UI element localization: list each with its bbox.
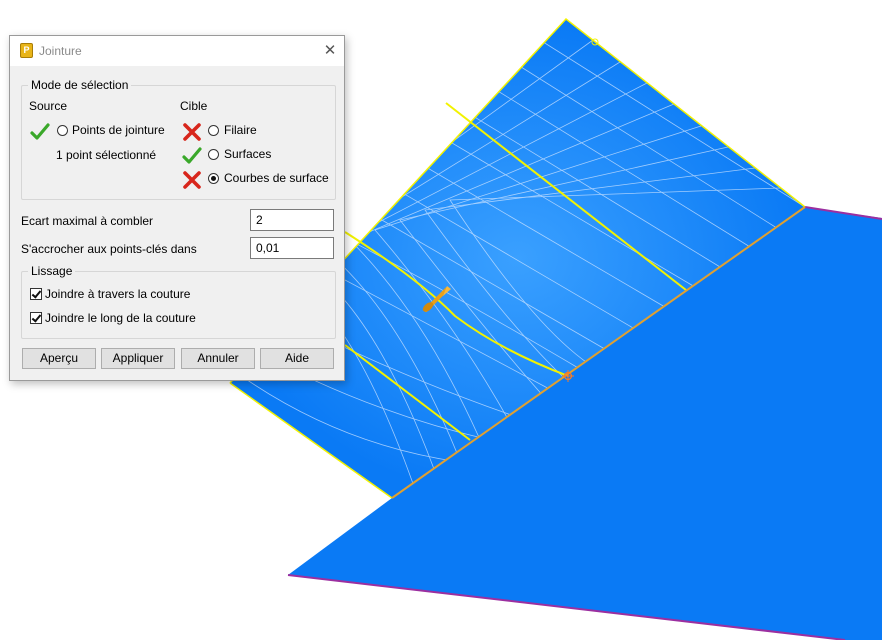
- red-cross-icon: [183, 123, 201, 141]
- app-logo-icon: P: [20, 43, 33, 58]
- green-check-icon: [30, 123, 50, 140]
- jointure-dialog: P Jointure ✕ Mode de sélection Source Po…: [9, 35, 345, 381]
- surfaces-radio[interactable]: [208, 149, 219, 160]
- along-seam-checkbox[interactable]: [30, 312, 42, 324]
- points-de-jointure-label: Points de jointure: [72, 123, 165, 137]
- selection-mode-group: Mode de sélection Source Points de joint…: [21, 78, 336, 200]
- snap-input[interactable]: 0,01: [250, 237, 334, 259]
- filaire-radio[interactable]: [208, 125, 219, 136]
- title-bar[interactable]: P Jointure ✕: [10, 36, 344, 66]
- smoothing-legend: Lissage: [28, 264, 76, 278]
- smoothing-group: Lissage Joindre à travers la couture Joi…: [21, 264, 336, 339]
- dialog-title: Jointure: [39, 44, 82, 58]
- courbes-de-surface-radio[interactable]: [208, 173, 219, 184]
- across-seam-label: Joindre à travers la couture: [45, 287, 191, 301]
- source-status-text: 1 point sélectionné: [56, 148, 157, 162]
- close-button[interactable]: ✕: [320, 41, 340, 61]
- selection-mode-legend: Mode de sélection: [28, 78, 132, 92]
- max-gap-label: Ecart maximal à combler: [21, 214, 154, 228]
- surfaces-label: Surfaces: [224, 147, 272, 161]
- source-heading: Source: [29, 99, 68, 113]
- filaire-label: Filaire: [224, 123, 257, 137]
- along-seam-label: Joindre le long de la couture: [45, 311, 196, 325]
- max-gap-input[interactable]: 2: [250, 209, 334, 231]
- red-cross-icon: [183, 171, 201, 189]
- points-de-jointure-radio[interactable]: [57, 125, 68, 136]
- apply-button[interactable]: Appliquer: [101, 348, 175, 369]
- across-seam-checkbox[interactable]: [30, 288, 42, 300]
- snap-label: S'accrocher aux points-clés dans: [21, 242, 197, 256]
- courbes-de-surface-label: Courbes de surface: [224, 171, 329, 185]
- cancel-button[interactable]: Annuler: [181, 348, 255, 369]
- green-check-icon: [182, 147, 202, 164]
- help-button[interactable]: Aide: [260, 348, 334, 369]
- target-heading: Cible: [180, 99, 208, 113]
- preview-button[interactable]: Aperçu: [22, 348, 96, 369]
